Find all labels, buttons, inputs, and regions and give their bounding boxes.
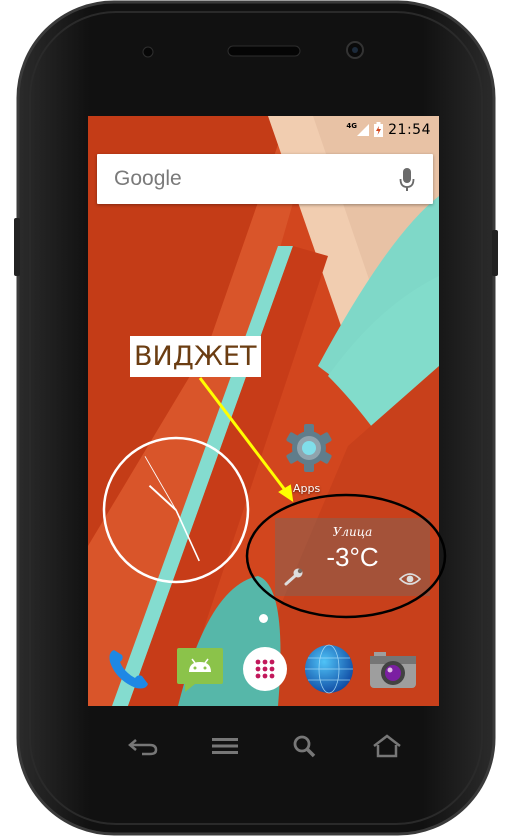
app-drawer-icon[interactable] xyxy=(238,642,292,696)
page-indicator-dot xyxy=(259,614,268,623)
settings-gear-icon[interactable] xyxy=(284,422,334,476)
apps-shortcut-label[interactable]: Apps xyxy=(293,482,320,495)
status-time: 21:54 xyxy=(388,122,431,138)
clock-minute-hand xyxy=(175,509,200,562)
camera-icon[interactable] xyxy=(366,642,420,696)
home-screen: 4G 21:54 Google Apps Улица -3°C xyxy=(88,116,439,706)
battery-charging-icon xyxy=(374,122,383,137)
back-icon[interactable] xyxy=(126,734,160,758)
annotation-label: ВИДЖЕТ xyxy=(130,336,261,377)
messages-icon[interactable] xyxy=(173,642,227,696)
network-indicator: 4G xyxy=(346,122,357,130)
weather-location: Улица xyxy=(332,525,373,539)
menu-icon[interactable] xyxy=(208,734,242,758)
search-icon[interactable] xyxy=(288,734,322,758)
clock-hour-hand xyxy=(148,484,177,511)
analog-clock-widget[interactable] xyxy=(100,434,252,586)
clock-second-hand xyxy=(144,456,177,511)
microphone-icon[interactable] xyxy=(399,168,415,192)
google-search-bar[interactable]: Google xyxy=(97,154,433,204)
weather-widget[interactable]: Улица -3°C xyxy=(275,518,430,596)
eye-icon[interactable] xyxy=(399,572,421,586)
google-logo-text: Google xyxy=(114,167,182,190)
phone-icon[interactable] xyxy=(102,642,156,696)
wrench-icon[interactable] xyxy=(284,568,304,586)
browser-icon[interactable] xyxy=(302,642,356,696)
signal-icon xyxy=(357,124,369,136)
home-icon[interactable] xyxy=(370,734,404,758)
